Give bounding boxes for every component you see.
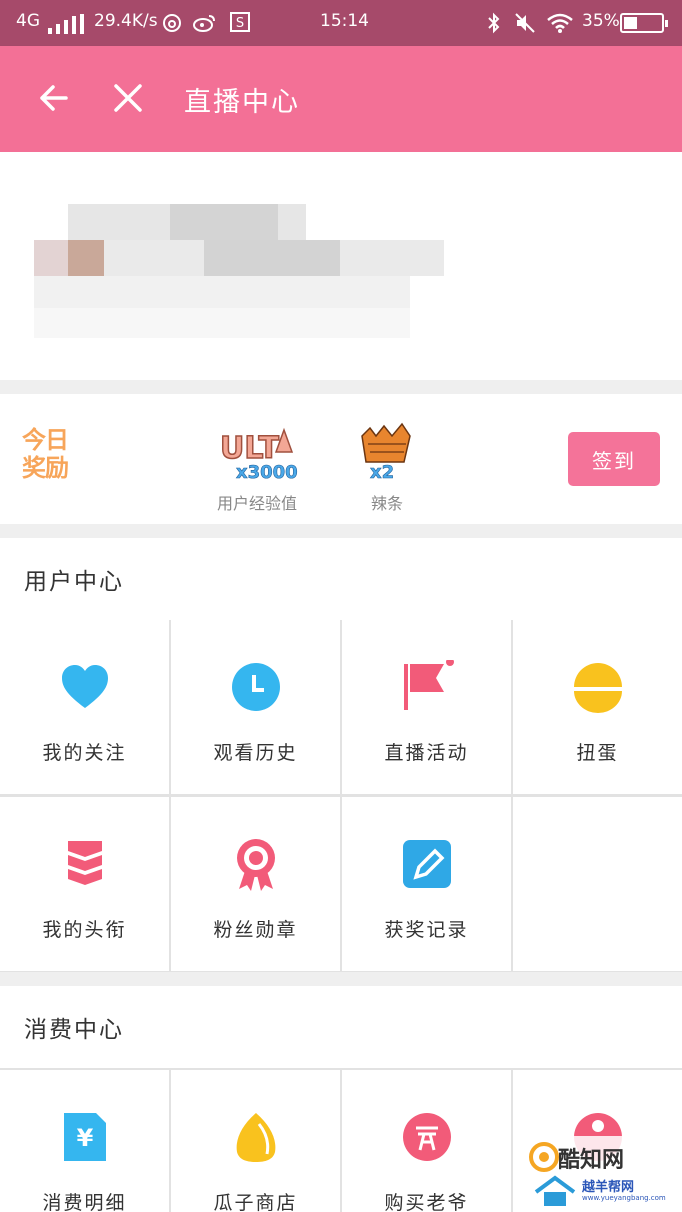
clock-time: 15:14 [320, 11, 369, 31]
section-consume-center: 消费中心 [0, 986, 682, 1070]
grid-item-follows[interactable]: 我的关注 [0, 620, 169, 794]
reward-amount: x2 [370, 462, 394, 482]
daily-reward-bar: 今日奖励 ULT x3000 用户经验值 x2 辣条 签到 [0, 394, 682, 524]
grid-item-label: 获奖记录 [384, 919, 469, 941]
flag-icon [403, 660, 454, 710]
reward-label: 用户经验值 [216, 494, 297, 513]
section-user-center: 用户中心 [0, 538, 682, 622]
today-reward-label: 今日奖励 [22, 426, 69, 482]
user-profile-card[interactable] [0, 152, 682, 380]
grid-item-label: 粉丝勋章 [213, 919, 298, 941]
reward-spicy-strip: x2 辣条 [352, 422, 422, 514]
reward-amount: x3000 [236, 462, 298, 482]
watermark: 酷知网 越羊帮网 www.yueyangbang.com [520, 1136, 682, 1212]
battery-icon [620, 13, 668, 33]
grid-item-live-events[interactable]: 直播活动 [342, 620, 511, 794]
app-bar: 直播中心 [0, 46, 682, 152]
watermark-title: 酷知网 [558, 1148, 625, 1173]
grid-item-award-record[interactable]: 获奖记录 [342, 797, 511, 971]
heart-icon [61, 665, 108, 708]
yen-receipt-icon: ¥ [63, 1113, 106, 1161]
grid-item-empty [513, 797, 682, 971]
grid-item-label: 观看历史 [213, 742, 298, 764]
user-center-grid: 我的关注 观看历史 直播活动 扭蛋 我的头衔 粉丝勋章 获奖记录 [0, 620, 682, 972]
grid-item-titles[interactable]: 我的头衔 [0, 797, 169, 971]
watermark-subtitle: 越羊帮网 [582, 1180, 635, 1195]
grid-item-spend-details[interactable]: ¥ 消费明细 [0, 1070, 169, 1212]
s-app-icon: S [230, 12, 250, 32]
svg-text:S: S [236, 16, 244, 31]
grid-item-fan-medal[interactable]: 粉丝勋章 [171, 797, 340, 971]
grid-item-history[interactable]: 观看历史 [171, 620, 340, 794]
rank-chevrons-icon [67, 841, 102, 885]
signal-icon [48, 14, 84, 34]
grid-item-buy-lord[interactable]: 购买老爷 [342, 1070, 511, 1212]
bluetooth-icon [488, 12, 500, 34]
netease-icon [163, 14, 181, 32]
ult-badge-icon: ULT x3000 [219, 427, 298, 483]
lord-badge-icon [402, 1113, 451, 1161]
checkin-button[interactable]: 签到 [568, 432, 660, 486]
melon-seed-icon [236, 1113, 275, 1162]
network-speed: 29.4K/s [94, 11, 158, 31]
edit-record-icon [402, 840, 451, 888]
section-title: 消费中心 [24, 1017, 124, 1043]
status-bar: 4G 29.4K/s S 15:14 35% [0, 0, 682, 46]
reward-badge-text: ULT [220, 431, 280, 466]
svg-text:¥: ¥ [76, 1124, 93, 1152]
gashapon-icon [573, 663, 622, 713]
network-type: 4G [16, 11, 40, 31]
clock-icon [231, 663, 280, 711]
grid-item-label: 我的头衔 [42, 919, 127, 941]
reward-exp: ULT x3000 用户经验值 [212, 422, 302, 514]
spicy-strip-icon: x2 [361, 422, 411, 483]
back-arrow-icon[interactable] [34, 78, 74, 118]
weibo-icon [193, 15, 215, 32]
grid-item-gashapon[interactable]: 扭蛋 [513, 620, 682, 794]
wifi-icon [547, 13, 573, 33]
section-title: 用户中心 [24, 569, 124, 595]
close-icon[interactable] [108, 78, 148, 118]
mute-icon [515, 13, 535, 33]
watermark-url: www.yueyangbang.com [582, 1194, 666, 1202]
battery-percent: 35% [582, 11, 620, 31]
grid-item-label: 消费明细 [42, 1192, 127, 1212]
grid-item-label: 瓜子商店 [213, 1192, 298, 1212]
grid-item-label: 我的关注 [42, 742, 127, 764]
grid-item-label: 购买老爷 [384, 1192, 469, 1212]
reward-label: 辣条 [370, 494, 403, 513]
grid-item-melon-shop[interactable]: 瓜子商店 [171, 1070, 340, 1212]
page-title: 直播中心 [184, 87, 300, 118]
watermark-house-icon [534, 1175, 576, 1206]
medal-icon [236, 839, 275, 891]
grid-item-label: 扭蛋 [576, 742, 619, 764]
grid-item-label: 直播活动 [384, 742, 469, 764]
